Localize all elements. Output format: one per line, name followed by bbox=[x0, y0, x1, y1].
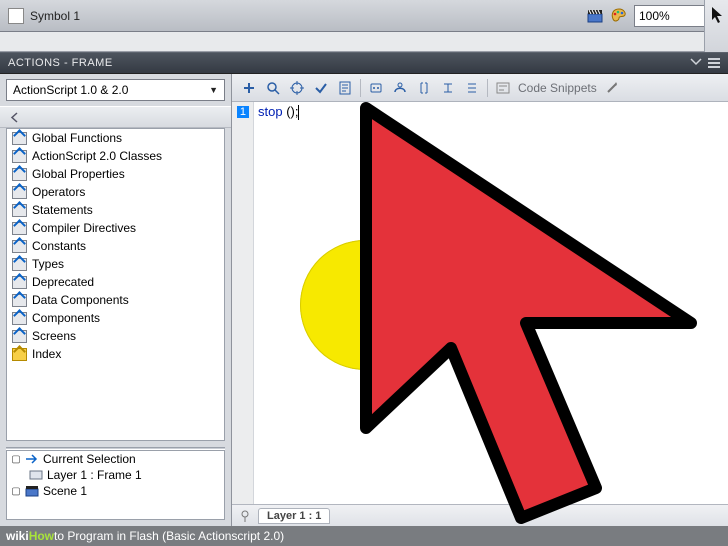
selection-scene-row[interactable]: ▢ Scene 1 bbox=[7, 483, 224, 499]
tree-item: ActionScript 2.0 Classes bbox=[7, 147, 224, 165]
caption-wiki: wiki bbox=[6, 529, 29, 543]
selection-layer-row[interactable]: Layer 1 : Frame 1 bbox=[7, 467, 224, 483]
tree-item: Operators bbox=[7, 183, 224, 201]
caption-how: How bbox=[29, 529, 54, 543]
book-icon bbox=[12, 330, 27, 343]
tree-item: Constants bbox=[7, 237, 224, 255]
code-snippets-button[interactable]: Code Snippets bbox=[518, 81, 597, 95]
code-rest: (); bbox=[283, 104, 299, 119]
document-title: Symbol 1 bbox=[30, 9, 80, 23]
line-number: 1 bbox=[237, 106, 249, 118]
editor-toolbar: Code Snippets bbox=[232, 74, 728, 102]
find-icon[interactable] bbox=[264, 79, 282, 97]
index-icon bbox=[12, 348, 27, 361]
tree-item: Data Components bbox=[7, 291, 224, 309]
book-icon bbox=[12, 204, 27, 217]
expand-all-icon[interactable] bbox=[463, 79, 481, 97]
target-icon[interactable] bbox=[288, 79, 306, 97]
collapse-icon[interactable]: ▢ bbox=[11, 486, 21, 497]
book-icon bbox=[12, 132, 27, 145]
panel-collapse-icon[interactable] bbox=[690, 58, 702, 68]
book-icon bbox=[12, 276, 27, 289]
toolbar-separator bbox=[360, 79, 361, 97]
toolbar-separator bbox=[487, 79, 488, 97]
book-icon bbox=[12, 222, 27, 235]
panel-title-text: ACTIONS - FRAME bbox=[8, 57, 113, 69]
collapse-between-braces-icon[interactable] bbox=[415, 79, 433, 97]
as-version-label: ActionScript 1.0 & 2.0 bbox=[13, 83, 128, 97]
highlight-circle bbox=[300, 240, 430, 370]
clapboard-icon[interactable] bbox=[586, 7, 604, 25]
workspace-band bbox=[0, 32, 728, 52]
actionscript-version-select[interactable]: ActionScript 1.0 & 2.0 ▼ bbox=[6, 79, 225, 101]
selection-header-row[interactable]: ▢ Current Selection bbox=[7, 451, 224, 467]
chevron-down-icon: ▼ bbox=[209, 85, 218, 95]
tree-item: Global Functions bbox=[7, 129, 224, 147]
actions-sidebar: ActionScript 1.0 & 2.0 ▼ Global Function… bbox=[0, 74, 232, 526]
collapse-selection-icon[interactable] bbox=[439, 79, 457, 97]
arrow-tool-icon[interactable] bbox=[710, 6, 724, 24]
tree-item: Statements bbox=[7, 201, 224, 219]
scene-icon bbox=[25, 485, 39, 497]
tree-item: Compiler Directives bbox=[7, 219, 224, 237]
script-tab[interactable]: Layer 1 : 1 bbox=[258, 508, 330, 524]
book-icon bbox=[12, 312, 27, 325]
selection-arrow-icon bbox=[25, 453, 39, 465]
top-toolbar: Symbol 1 100% ▼ bbox=[0, 0, 728, 32]
tree-back-icon[interactable] bbox=[6, 108, 24, 126]
tree-item: Types bbox=[7, 255, 224, 273]
document-icon bbox=[8, 8, 24, 24]
show-code-hint-icon[interactable] bbox=[367, 79, 385, 97]
actions-panel-titlebar: ACTIONS - FRAME bbox=[0, 52, 728, 74]
apply-block-comment-icon[interactable] bbox=[494, 79, 512, 97]
check-syntax-icon[interactable] bbox=[312, 79, 330, 97]
current-selection-tree[interactable]: ▢ Current Selection Layer 1 : Frame 1 ▢ … bbox=[6, 450, 225, 520]
actions-toolbox-tree[interactable]: Global Functions ActionScript 2.0 Classe… bbox=[6, 128, 225, 441]
editor-status-bar: Layer 1 : 1 bbox=[232, 504, 728, 526]
line-gutter: 1 bbox=[232, 102, 254, 504]
tree-item: Deprecated bbox=[7, 273, 224, 291]
book-icon bbox=[12, 240, 27, 253]
tree-toolbar bbox=[0, 106, 231, 128]
tree-item: Screens bbox=[7, 327, 224, 345]
pin-icon[interactable] bbox=[240, 510, 252, 522]
tree-item: Components bbox=[7, 309, 224, 327]
palette-icon[interactable] bbox=[610, 7, 628, 25]
add-icon[interactable] bbox=[240, 79, 258, 97]
book-icon bbox=[12, 150, 27, 163]
text-caret bbox=[298, 105, 299, 120]
book-icon bbox=[12, 186, 27, 199]
panel-menu-icon[interactable] bbox=[708, 58, 720, 68]
code-keyword: stop bbox=[258, 104, 283, 119]
collapse-icon[interactable]: ▢ bbox=[11, 454, 21, 465]
debug-options-icon[interactable] bbox=[391, 79, 409, 97]
wand-icon[interactable] bbox=[603, 79, 621, 97]
tree-item: Index bbox=[7, 345, 224, 363]
tree-item: Global Properties bbox=[7, 165, 224, 183]
book-icon bbox=[12, 168, 27, 181]
caption-rest: to Program in Flash (Basic Actionscript … bbox=[54, 529, 284, 543]
zoom-value: 100% bbox=[639, 9, 670, 23]
article-caption: wikiHow to Program in Flash (Basic Actio… bbox=[0, 526, 728, 546]
auto-format-icon[interactable] bbox=[336, 79, 354, 97]
layer-icon bbox=[29, 469, 43, 481]
right-tool-strip bbox=[704, 0, 728, 52]
book-icon bbox=[12, 294, 27, 307]
book-icon bbox=[12, 258, 27, 271]
